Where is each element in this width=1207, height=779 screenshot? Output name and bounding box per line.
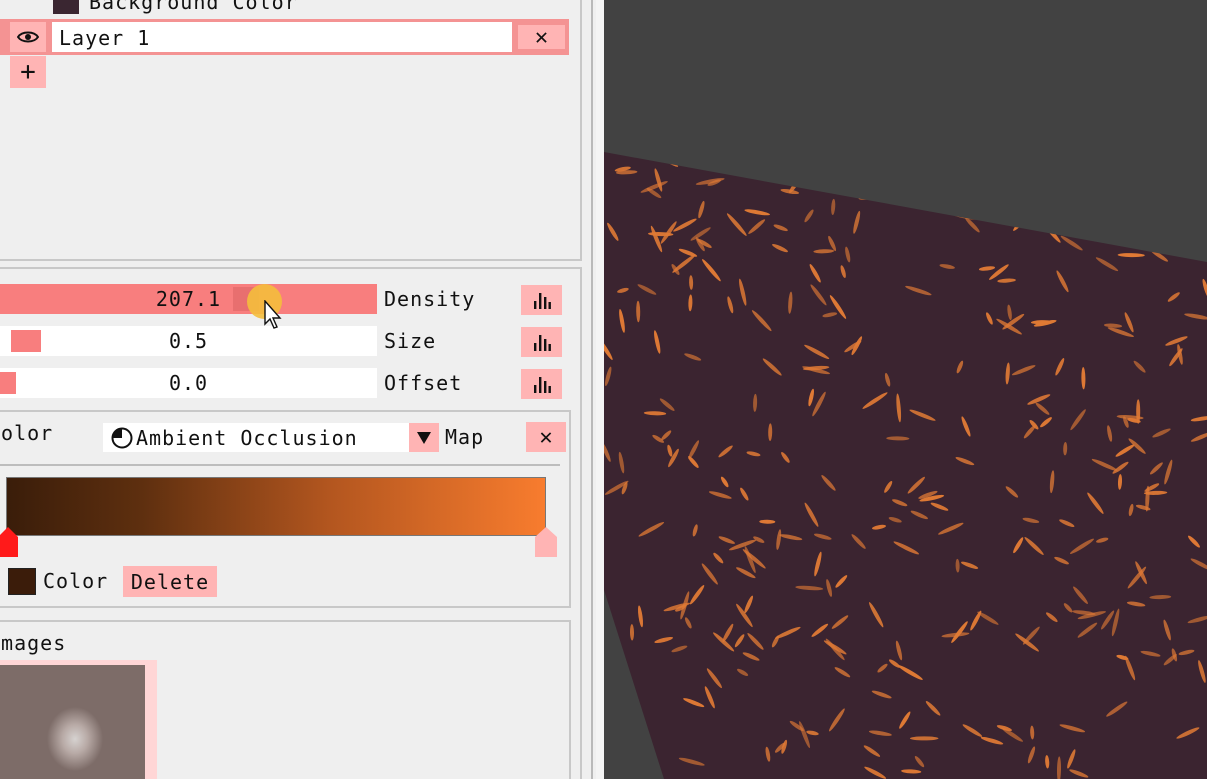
render-viewport[interactable] (604, 0, 1207, 779)
density-slider[interactable]: 207.1 (0, 284, 377, 314)
bar-chart-icon (533, 377, 551, 393)
layer-name-input[interactable]: Layer 1 (52, 22, 512, 52)
delete-stop-button[interactable]: Delete (123, 566, 217, 597)
images-label: Images (0, 631, 67, 655)
eye-icon (17, 31, 39, 43)
density-label: Density (384, 287, 476, 311)
offset-value: 0.0 (168, 371, 209, 395)
offset-slider[interactable]: 0.0 (0, 368, 377, 398)
particle (858, 195, 881, 200)
particle (898, 194, 920, 205)
particle (1100, 199, 1118, 203)
particle (860, 156, 881, 161)
particle (1166, 238, 1177, 252)
particle (1074, 153, 1090, 167)
particle (991, 152, 1007, 157)
particle (990, 194, 1013, 199)
gradient-stop-icon (535, 527, 557, 557)
ambient-occlusion-icon (111, 427, 133, 449)
gradient-bar[interactable] (6, 477, 546, 536)
particle (1152, 163, 1179, 179)
particle (700, 152, 707, 157)
map-source-dropdown-button[interactable] (409, 423, 439, 452)
particle (787, 175, 817, 183)
particle (933, 157, 944, 174)
particle (899, 156, 906, 181)
caret-down-icon (417, 431, 431, 444)
particle (1182, 152, 1190, 166)
background-color-swatch[interactable] (53, 0, 79, 14)
particle (869, 155, 896, 169)
bar-chart-icon (533, 293, 551, 309)
particle (883, 152, 907, 163)
particle (1025, 153, 1036, 164)
particle (990, 215, 1019, 221)
offset-graph-button[interactable] (521, 369, 562, 399)
close-icon: ✕ (534, 24, 549, 50)
map-source-value: Ambient Occlusion (136, 426, 358, 450)
particle (1198, 156, 1207, 161)
size-label: Size (384, 329, 437, 353)
properties-panel: Background Color Layer 1 ✕ + 207.1 Densi… (0, 0, 600, 779)
render-canvas (604, 152, 1207, 779)
density-graph-button[interactable] (521, 285, 562, 315)
particle (673, 155, 685, 164)
particle (1148, 214, 1164, 234)
close-icon: ✕ (539, 424, 553, 450)
particle (910, 164, 918, 180)
size-value: 0.5 (168, 329, 209, 353)
mouse-pointer-icon (264, 300, 282, 329)
remove-color-map-button[interactable]: ✕ (526, 422, 566, 452)
density-value: 207.1 (155, 287, 222, 311)
particle (772, 152, 778, 163)
gradient-stop-start[interactable] (0, 527, 18, 557)
delete-layer-button[interactable]: ✕ (518, 24, 565, 50)
particle (1169, 200, 1177, 213)
offset-label: Offset (384, 371, 463, 395)
panel-divider[interactable] (591, 0, 593, 779)
particle (895, 174, 909, 191)
color-map-separator (0, 464, 560, 466)
particle (739, 152, 747, 163)
particle (1034, 209, 1055, 227)
particle (604, 772, 629, 778)
particle (1105, 158, 1115, 179)
color-map-label: Color (0, 421, 54, 445)
particle (927, 175, 932, 191)
particle (1092, 214, 1101, 226)
size-graph-button[interactable] (521, 327, 562, 357)
delete-stop-label: Delete (130, 569, 210, 594)
bar-chart-icon (533, 335, 551, 351)
background-color-label: Background Color (89, 0, 298, 14)
image-preview (0, 665, 145, 779)
gradient-stop-end[interactable] (535, 527, 557, 557)
visibility-toggle-button[interactable] (10, 22, 46, 52)
map-source-select[interactable]: Ambient Occlusion (103, 423, 439, 452)
map-label: Map (445, 425, 485, 449)
particle (909, 736, 939, 741)
stop-color-label: Color (43, 569, 109, 593)
particle (1182, 201, 1187, 231)
plus-icon: + (20, 57, 36, 87)
image-thumbnail[interactable] (0, 660, 157, 779)
stop-color-swatch[interactable] (8, 568, 36, 595)
gradient-stop-icon (0, 527, 18, 557)
particle (963, 160, 970, 175)
particle (1183, 152, 1206, 158)
add-layer-button[interactable]: + (10, 56, 46, 88)
layer-row[interactable]: Layer 1 ✕ (0, 19, 569, 55)
layer-name-text: Layer 1 (59, 26, 151, 50)
particle (1088, 180, 1099, 192)
panel-gutter (596, 0, 604, 779)
size-slider[interactable]: 0.5 (0, 326, 377, 356)
